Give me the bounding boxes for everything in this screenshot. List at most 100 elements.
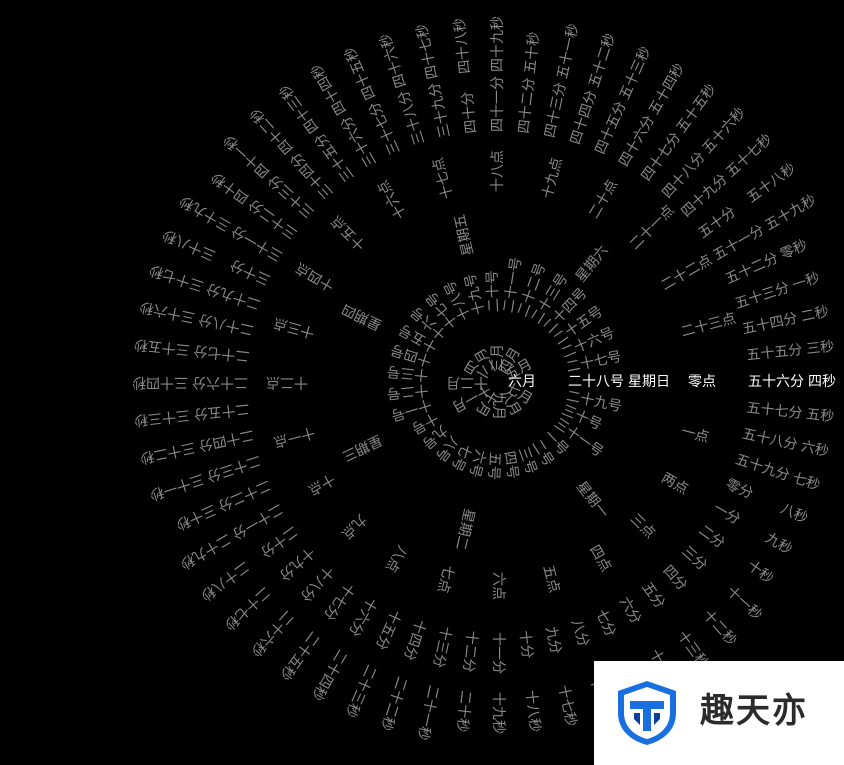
ring-minute-label: 十分 — [516, 629, 535, 660]
ring-second-label: 三十一秒 — [147, 470, 206, 503]
ring-hour-label: 零点 — [688, 374, 716, 390]
ring-minute-label: 四分 — [659, 562, 690, 594]
ring-minute-label: 二十四分 — [197, 426, 256, 454]
ring-second-label: 二十八秒 — [197, 557, 252, 604]
ring-hour-label: 十八点 — [490, 150, 506, 192]
ring-second-label: 十一秒 — [723, 583, 765, 624]
ring-hour-label: 两点 — [658, 470, 691, 498]
ring-minute-label: 五十四分 — [740, 310, 799, 338]
ring-second-label: 四十秒 — [208, 168, 252, 207]
ring-second-label: 二秒 — [799, 303, 831, 326]
ring-minute-label: 六分 — [616, 594, 644, 627]
ring-minute-label: 二十八分 — [197, 310, 256, 338]
ring-minute-label: 三十分 — [227, 255, 273, 288]
ring-minute-label: 十六分 — [345, 594, 380, 639]
ring-second-label: 五秒 — [805, 406, 835, 426]
ring-minute-label: 二分 — [695, 522, 728, 552]
ring-second-label: 四十六秒 — [377, 31, 410, 90]
ring-second-label: 一秒 — [790, 269, 822, 294]
ring-second-label: 十九秒 — [490, 692, 506, 734]
ring-second-label: 七秒 — [790, 470, 822, 495]
ring-second-label: 三十四秒 — [132, 374, 188, 390]
ring-minute-label: 十五分 — [371, 607, 404, 653]
ring-hour-label: 八点 — [382, 542, 410, 575]
ring-minute-label: 四十二分 — [516, 76, 538, 135]
ring-second-label: 二十二秒 — [377, 674, 410, 733]
ring-hour-label: 一点 — [679, 423, 711, 447]
ring-hour-label: 二十二点 — [658, 252, 715, 294]
ring-second-label: 十二秒 — [699, 607, 740, 649]
ring-second-label: 五十六秒 — [699, 104, 749, 157]
ring-second-label: 四十五秒 — [341, 44, 380, 103]
ring-second-label: 八秒 — [777, 500, 811, 527]
ring-minute-label: 十三分 — [429, 624, 454, 670]
ring-hour-label: 七点 — [433, 563, 457, 595]
ring-second-label: 四十一秒 — [220, 131, 273, 181]
ring-minute-label: 四十分 — [459, 90, 480, 135]
ring-second-label: 十七秒 — [554, 683, 580, 728]
ring-minute-label: 三十九分 — [426, 81, 454, 140]
shield-logo-icon — [618, 681, 676, 745]
ring-minute-label: 五十五分 — [745, 342, 804, 364]
brand-name: 趣天亦 — [700, 691, 808, 731]
ring-minute-label: 一分 — [710, 500, 743, 528]
ring-second-label: 五十四秒 — [646, 61, 688, 118]
ring-second-label: 四十四秒 — [308, 61, 350, 118]
ring-hour-label: 四点 — [586, 542, 614, 575]
ring-weekday-label: 星期四 — [339, 300, 385, 333]
ring-second-label: 四十九秒 — [490, 16, 506, 72]
ring-second-label: 十秒 — [744, 557, 777, 588]
ring-minute-label: 零分 — [723, 476, 756, 503]
ring-second-label: 二十九秒 — [177, 530, 234, 572]
ring-minute-label: 五十六分 — [748, 374, 804, 390]
ring-minute-label: 二十七分 — [192, 342, 251, 364]
ring-weekday-label: 星期五 — [451, 212, 477, 258]
ring-date-label: 五号 — [485, 451, 503, 481]
ring-minute-label: 三十八分 — [395, 88, 429, 147]
ring-second-label: 五十七秒 — [723, 131, 776, 181]
rotating-text-clock: 一月 二月 三月 四月 五月 六月 七月 八月 九月 十月 十一月 十二月 一号 二号 三号 四号 五号 六号 七号… — [0, 0, 844, 765]
ring-minute-label: 五十三分 — [733, 279, 792, 313]
ring-second-label: 五十八秒 — [744, 160, 799, 207]
ring-second-label: 二十秒 — [453, 689, 474, 733]
ring-second-label: 五十二秒 — [586, 31, 619, 90]
ring-minute-label: 四十四分 — [567, 88, 601, 147]
ring-weekday-label: 星期日 — [628, 374, 670, 390]
ring-second-label: 三十七秒 — [147, 261, 206, 294]
ring-hour-label: 二十一点 — [626, 202, 678, 254]
ring-hour-label: 六点 — [490, 572, 506, 600]
ring-second-label: 二十一秒 — [414, 683, 442, 742]
ring-second-label: 五十五秒 — [673, 81, 720, 136]
ring-date-label: 二十号 — [484, 269, 503, 313]
ring-second-label: 三十九秒 — [177, 192, 234, 234]
ring-hour-label: 十点 — [305, 470, 338, 498]
ring-second-label: 三十三秒 — [133, 406, 191, 429]
ring-minute-label: 二十六分 — [192, 374, 248, 390]
ring-hour-label: 十一点 — [271, 423, 317, 450]
ring-hour-label: 十九点 — [539, 155, 566, 201]
ring-hour-label: 九点 — [338, 510, 370, 542]
ring-second-label: 二十四秒 — [308, 646, 350, 703]
ring-weekday-label: 星期一 — [572, 478, 612, 522]
ring-second-label: 四秒 — [808, 374, 836, 390]
ring-weekday-label: 星期六 — [572, 242, 612, 286]
ring-minute-label: 二十九分 — [204, 279, 263, 313]
ring-minute-label: 十四分 — [400, 617, 429, 663]
ring-second-label: 四十三秒 — [276, 81, 323, 136]
ring-second-label: 六秒 — [799, 438, 831, 461]
ring-second-label: 二十五秒 — [276, 628, 323, 683]
ring-second-label: 十八秒 — [522, 689, 543, 733]
ring-hour-label: 十三点 — [271, 314, 317, 341]
ring-second-label: 二十六秒 — [247, 607, 297, 660]
ring-second-label: 二十七秒 — [220, 583, 273, 633]
ring-second-label: 三十八秒 — [160, 225, 219, 264]
ring-second-label: 四十八秒 — [451, 17, 474, 75]
ring-minute-label: 五十九分 — [733, 451, 792, 485]
ring-hour-label: 十四点 — [293, 259, 338, 294]
ring-hour-label: 十七点 — [430, 155, 457, 201]
ring-hour-label: 五点 — [539, 563, 563, 595]
ring-weekday-label: 星期三 — [339, 431, 385, 464]
ring-second-label: 三秒 — [805, 338, 835, 358]
ring-second-label: 五十九秒 — [762, 192, 819, 234]
ring-weekday-label: 星期二 — [451, 506, 477, 552]
